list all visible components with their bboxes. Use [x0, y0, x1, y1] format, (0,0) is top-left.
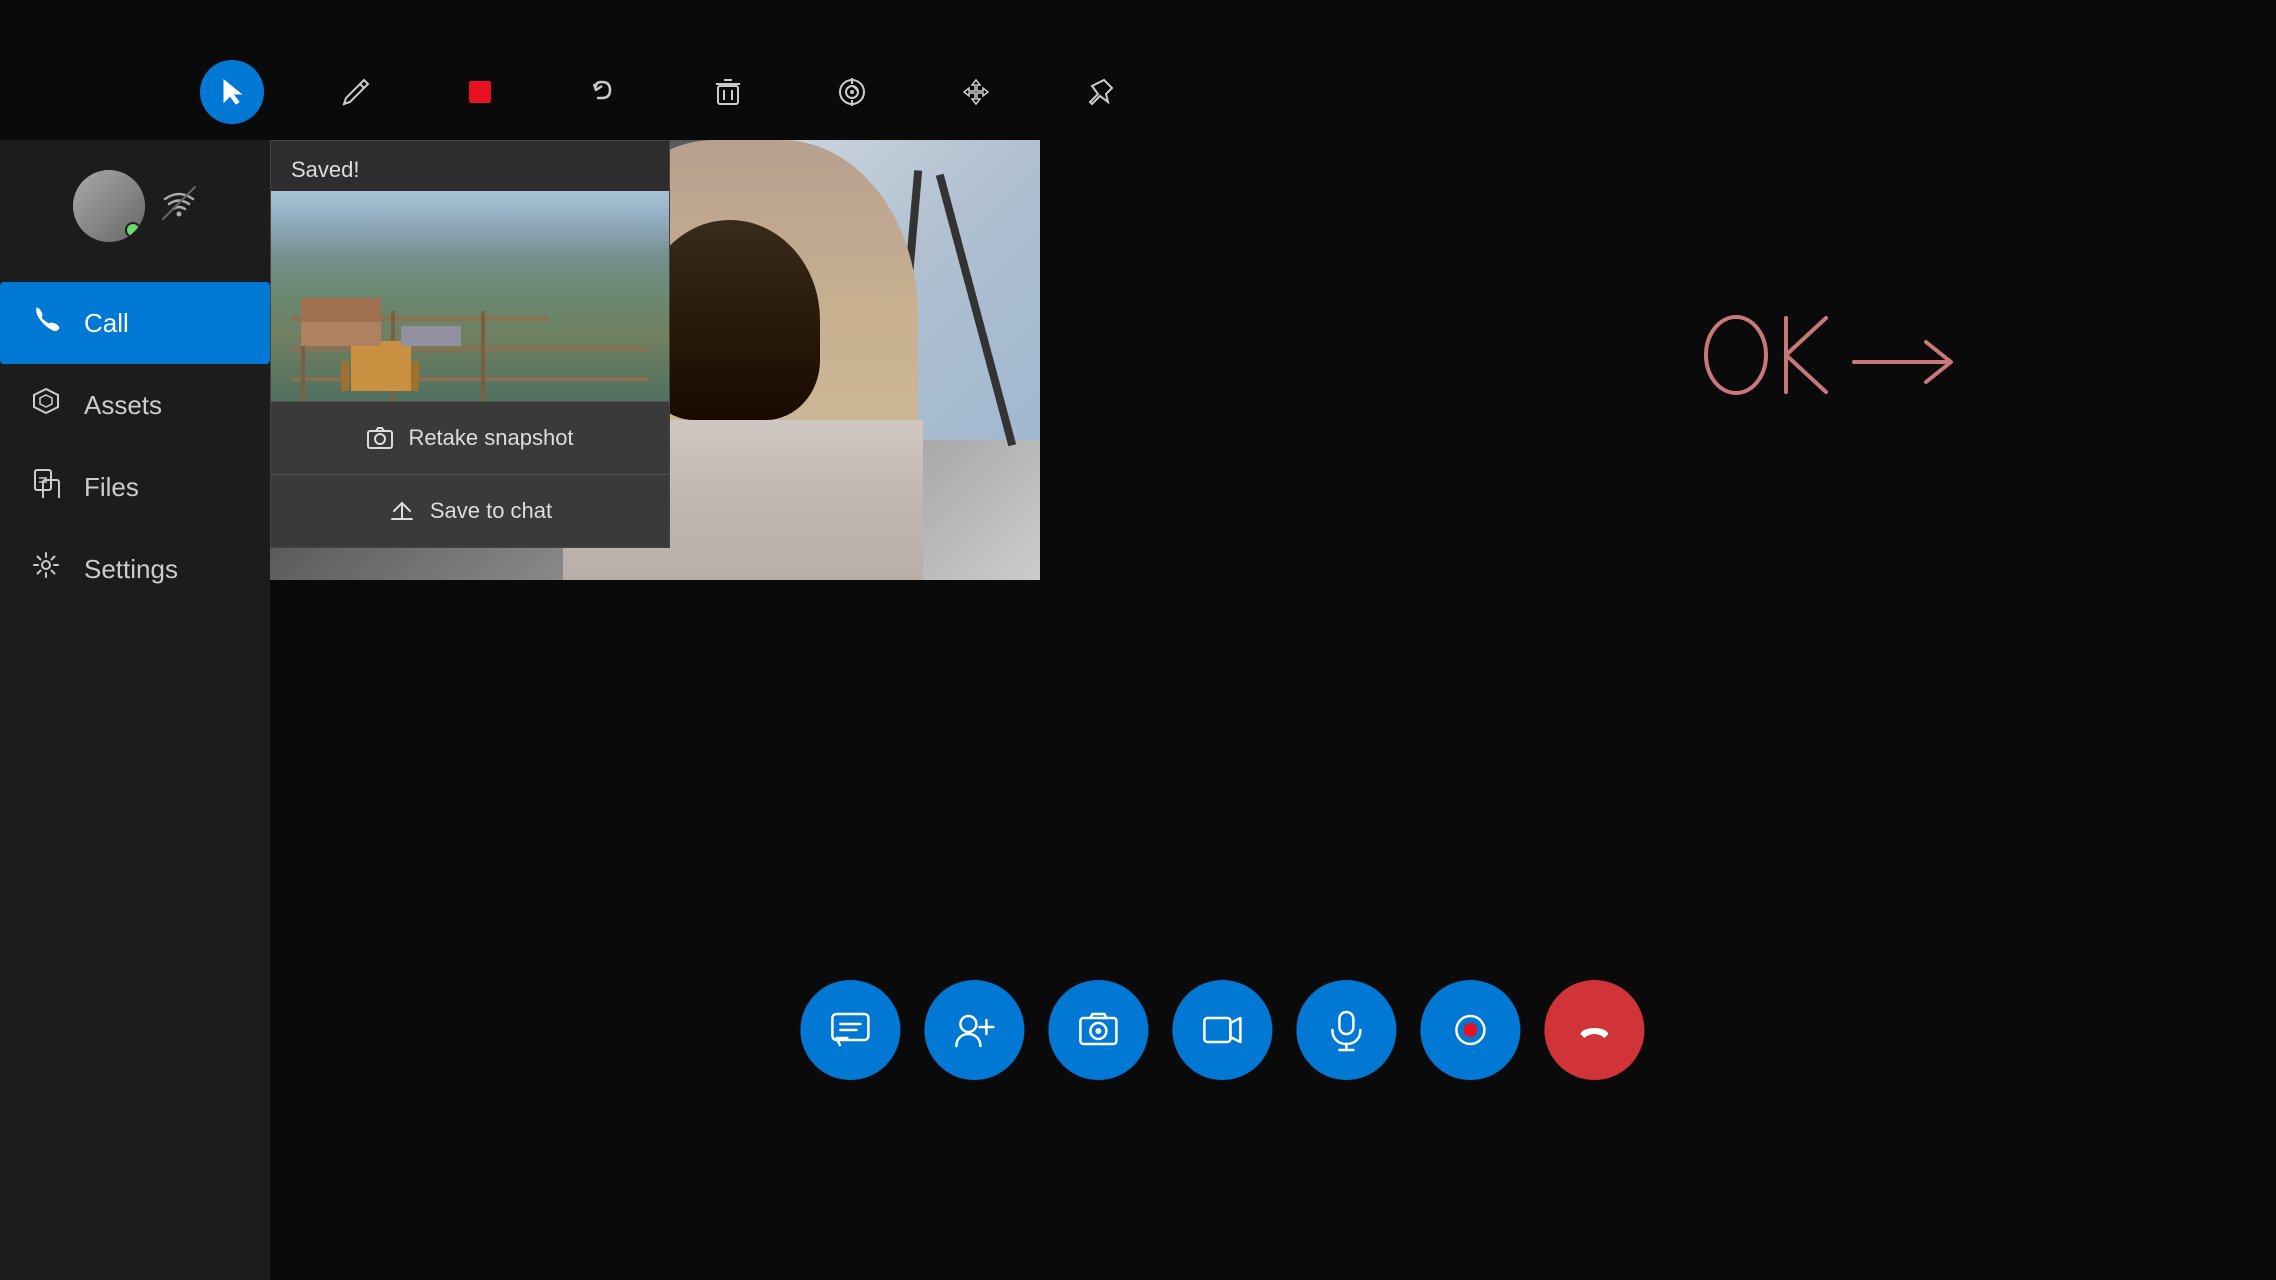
toolbar-stop-button[interactable]	[448, 60, 512, 124]
record-button[interactable]	[1420, 980, 1520, 1080]
toolbar-pen-button[interactable]	[324, 60, 388, 124]
snapshot-thumbnail	[271, 191, 669, 401]
video-button[interactable]	[1172, 980, 1272, 1080]
sidebar-nav: Call Assets Files	[0, 282, 270, 610]
files-icon	[28, 468, 64, 506]
sidebar-item-assets[interactable]: Assets	[0, 364, 270, 446]
settings-icon	[28, 550, 64, 588]
bottom-controls	[800, 980, 1644, 1080]
assets-icon	[28, 386, 64, 424]
sidebar-assets-label: Assets	[84, 390, 162, 421]
retake-snapshot-label: Retake snapshot	[408, 425, 573, 451]
toolbar-undo-button[interactable]	[572, 60, 636, 124]
sidebar-item-settings[interactable]: Settings	[0, 528, 270, 610]
user-avatar-area	[53, 160, 217, 252]
avatar	[73, 170, 145, 242]
sidebar-settings-label: Settings	[84, 554, 178, 585]
sidebar-item-files[interactable]: Files	[0, 446, 270, 528]
toolbar-move-button[interactable]	[944, 60, 1008, 124]
handwriting-annotation	[1696, 300, 1996, 425]
toolbar	[200, 60, 1132, 124]
save-to-chat-button[interactable]: Save to chat	[271, 474, 669, 547]
toolbar-target-button[interactable]	[820, 60, 884, 124]
toolbar-delete-button[interactable]	[696, 60, 760, 124]
sidebar-call-label: Call	[84, 308, 129, 339]
save-to-chat-label: Save to chat	[430, 498, 552, 524]
wifi-icon	[161, 185, 197, 228]
sidebar-item-call[interactable]: Call	[0, 282, 270, 364]
sidebar-files-label: Files	[84, 472, 139, 503]
phone-icon	[28, 304, 64, 342]
mute-button[interactable]	[1296, 980, 1396, 1080]
snapshot-popup: Saved! Retake snapshot	[270, 140, 670, 548]
sidebar: Call Assets Files	[0, 140, 270, 1280]
add-participant-button[interactable]	[924, 980, 1024, 1080]
retake-snapshot-button[interactable]: Retake snapshot	[271, 401, 669, 474]
toolbar-pin-button[interactable]	[1068, 60, 1132, 124]
chat-button[interactable]	[800, 980, 900, 1080]
online-indicator	[125, 222, 141, 238]
end-call-button[interactable]	[1544, 980, 1644, 1080]
toolbar-select-button[interactable]	[200, 60, 264, 124]
saved-label: Saved!	[271, 141, 669, 191]
take-snapshot-button[interactable]	[1048, 980, 1148, 1080]
